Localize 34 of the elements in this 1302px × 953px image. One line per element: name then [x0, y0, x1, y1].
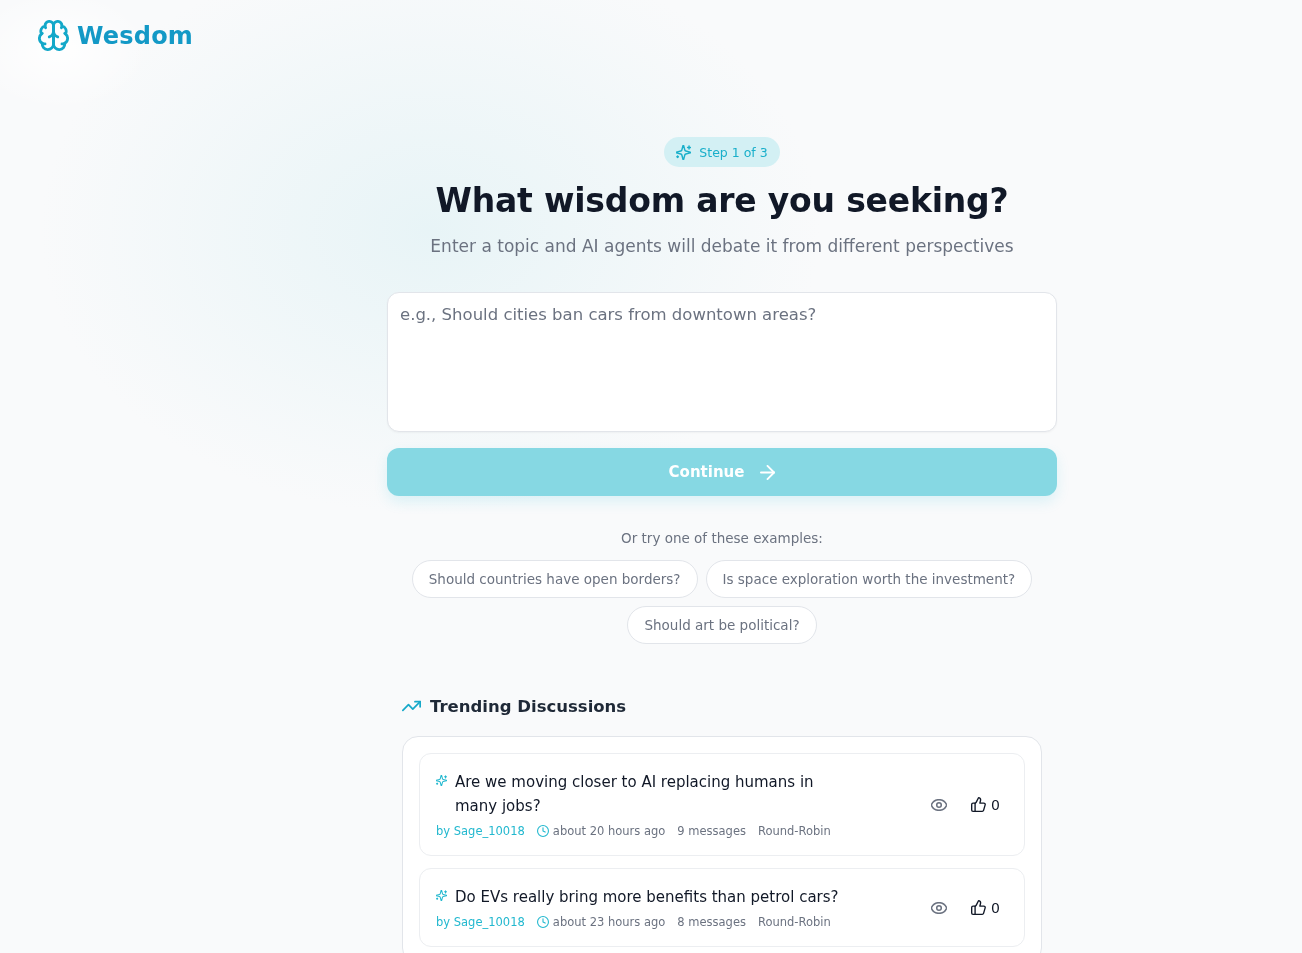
message-count: 8 messages — [677, 914, 746, 930]
page-subtitle: Enter a topic and AI agents will debate it from different perspectives — [430, 235, 1014, 258]
examples-prompt: Or try one of these examples: — [621, 529, 823, 548]
debate-mode: Round-Robin — [758, 914, 831, 930]
discussion-card[interactable]: Do EVs really bring more benefits than petrol cars? by Sage_10018 about 23 hours ago 8 messages Round-Robin 0 — [419, 868, 1025, 947]
example-chip[interactable]: Is space exploration worth the investment? — [705, 560, 1033, 598]
arrow-right-icon — [760, 464, 776, 480]
thumbs-up-icon — [971, 900, 987, 915]
discussion-title: Are we moving closer to AI replacing humans in many jobs? — [455, 772, 815, 817]
example-chip[interactable]: Should art be political? — [627, 606, 817, 644]
step-label: Step 1 of 3 — [699, 144, 768, 160]
time-ago: about 23 hours ago — [552, 914, 666, 930]
like-button[interactable]: 0 — [967, 895, 1004, 920]
sparkles-icon — [436, 775, 447, 786]
sparkles-icon — [436, 890, 447, 901]
thumbs-up-icon — [971, 797, 987, 812]
eye-icon — [931, 798, 948, 811]
like-button[interactable]: 0 — [967, 792, 1004, 817]
clock-icon — [536, 825, 549, 837]
clock-icon — [536, 916, 549, 928]
example-chip[interactable]: Should countries have open borders? — [411, 560, 698, 598]
section-title: Trending Discussions — [430, 696, 627, 716]
discussion-title: Do EVs really bring more benefits than petrol cars? — [455, 887, 839, 908]
message-count: 9 messages — [677, 823, 746, 839]
time-ago: about 20 hours ago — [552, 823, 666, 839]
brain-icon — [38, 20, 69, 51]
discussion-card[interactable]: Are we moving closer to AI replacing humans in many jobs? by Sage_10018 about 20 hours ago 9 messages Round-Robin 0 — [419, 753, 1025, 856]
brand-name[interactable]: Wesdom — [77, 21, 194, 50]
eye-icon — [931, 901, 948, 914]
debate-mode: Round-Robin — [758, 823, 831, 839]
sparkles-icon — [676, 144, 692, 160]
page-heading: What wisdom are you seeking? — [435, 180, 1009, 222]
topic-input[interactable]: e.g., Should cities ban cars from downtown areas? — [387, 292, 1057, 432]
trending-up-icon — [402, 700, 421, 712]
